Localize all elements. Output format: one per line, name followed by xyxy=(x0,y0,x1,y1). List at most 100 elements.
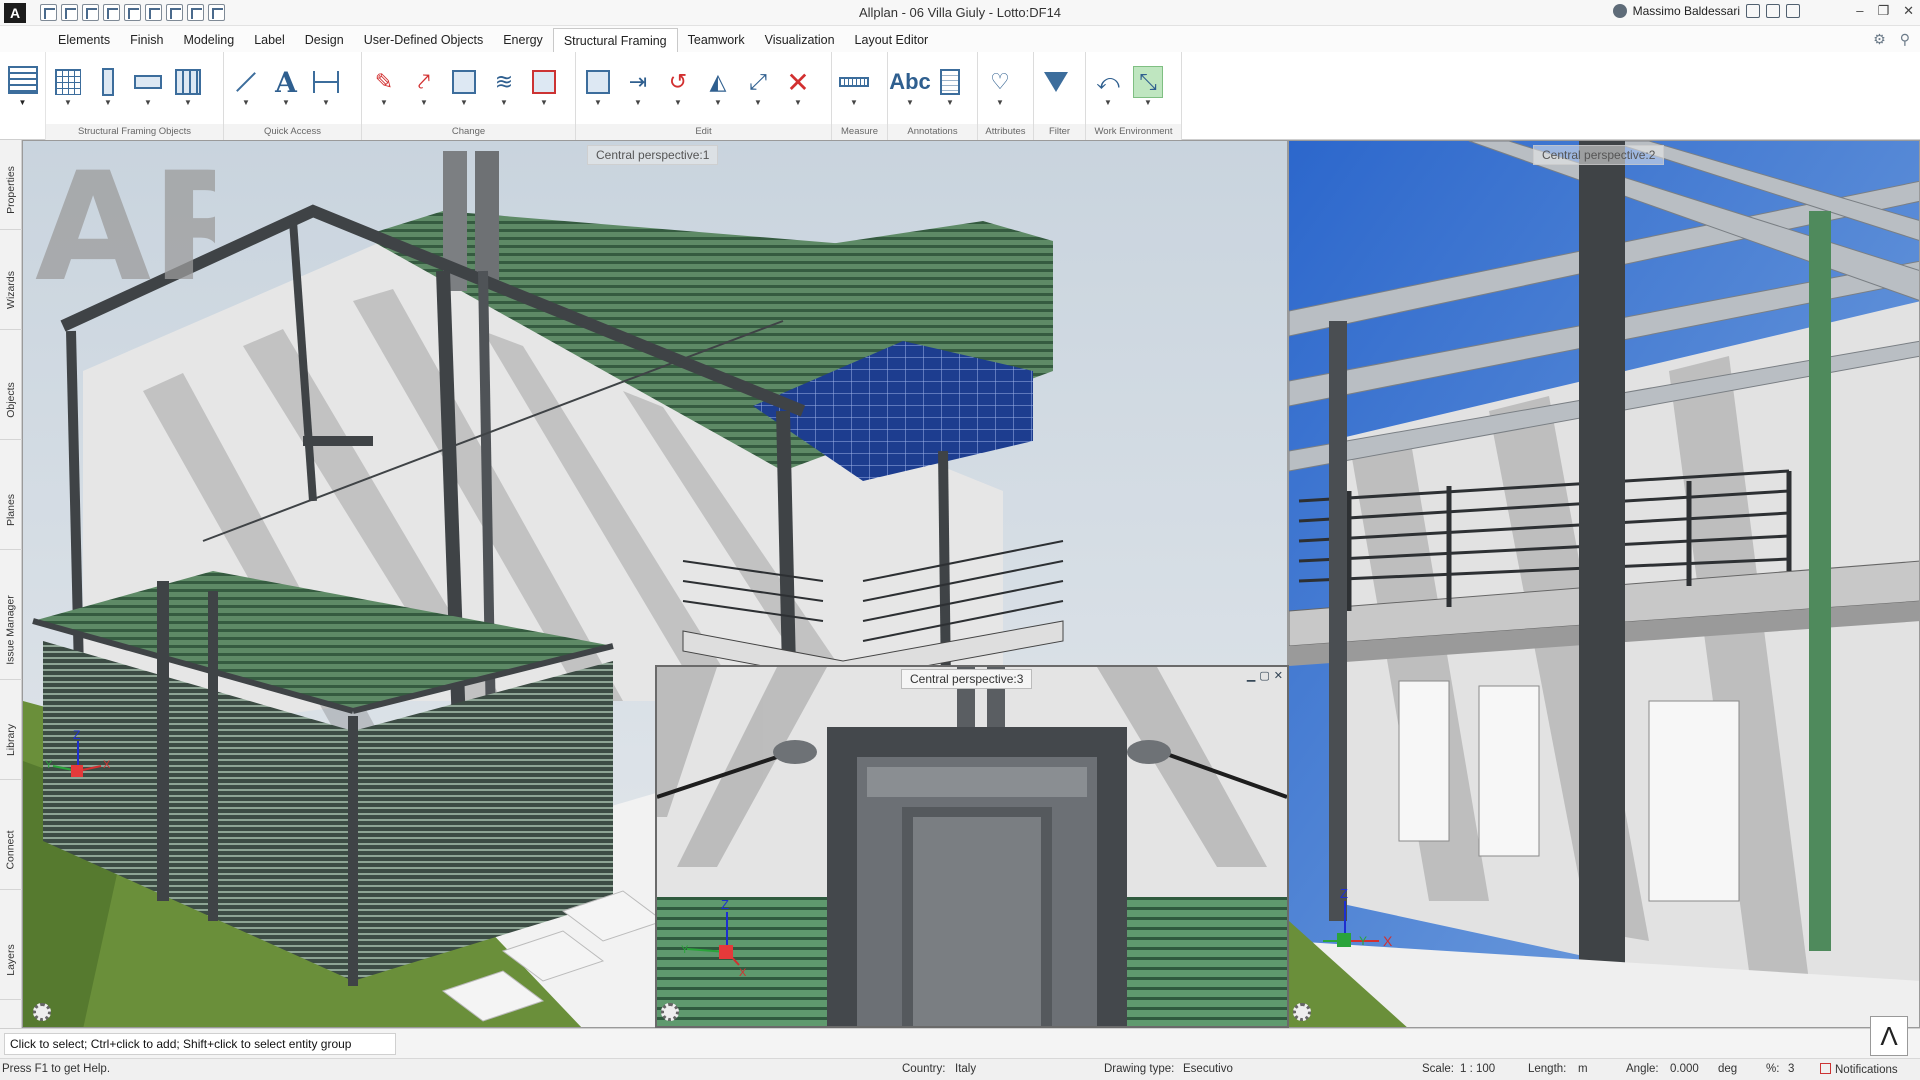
sidebar-tab-issue-manager[interactable]: Issue Manager xyxy=(0,580,22,680)
help-icon[interactable] xyxy=(1786,4,1800,18)
tab-label[interactable]: Label xyxy=(244,28,295,52)
document-tool[interactable]: ▼ xyxy=(934,66,966,112)
scale-tool[interactable]: ⤢ ▼ xyxy=(742,66,774,112)
close-icon[interactable]: ✕ xyxy=(1903,3,1914,19)
viewport-minimize-icon[interactable]: ▁ xyxy=(1247,669,1255,682)
notifications-button[interactable]: Notifications xyxy=(1820,1063,1898,1076)
user-name[interactable]: Massimo Baldessari xyxy=(1633,4,1740,18)
angle-value[interactable]: 0.000 xyxy=(1670,1063,1699,1075)
prompt-bar: Click to select; Ctrl+click to add; Shif… xyxy=(0,1028,1920,1058)
length-value[interactable]: m xyxy=(1578,1063,1588,1075)
palette-toggle[interactable]: ▼ xyxy=(0,52,46,140)
restore-icon[interactable]: ❐ xyxy=(1877,3,1889,19)
offset-tool[interactable]: ≋ ▼ xyxy=(488,66,520,112)
viewport-settings-icon[interactable] xyxy=(33,1003,51,1021)
section-tool[interactable]: ▼ xyxy=(528,66,560,112)
angle-unit[interactable]: deg xyxy=(1718,1063,1737,1075)
group-quick-access: ▼ A ▼ ▼ Quick Access xyxy=(224,52,362,140)
label-tool[interactable]: Abc ▼ xyxy=(889,66,931,112)
group-label: Measure xyxy=(832,124,887,140)
move-icon: ⇥ xyxy=(628,69,648,94)
viewport-central-perspective-3[interactable]: Z Y X Central perspective:3 ▁ ▢ ✕ xyxy=(655,665,1289,1028)
select-icon[interactable] xyxy=(166,4,183,21)
tab-layout-editor[interactable]: Layout Editor xyxy=(845,28,939,52)
group-work-environment: ⤺ ▼ ⤡ ▼ Work Environment xyxy=(1086,52,1182,140)
cart-icon[interactable] xyxy=(1766,4,1780,18)
layout-icon[interactable] xyxy=(1746,4,1760,18)
snap-icon[interactable] xyxy=(187,4,204,21)
notifications-label: Notifications xyxy=(1835,1064,1898,1076)
sidebar-tab-objects[interactable]: Objects xyxy=(0,360,22,440)
undo-icon[interactable] xyxy=(124,4,141,21)
tab-user-defined-objects[interactable]: User-Defined Objects xyxy=(354,28,494,52)
title-bar: A Allplan - 06 Villa Giuly - Lotto:DF14 … xyxy=(0,0,1920,26)
print-icon[interactable] xyxy=(103,4,120,21)
group-attributes: ♡ ▼ Attributes xyxy=(978,52,1034,140)
attributes-tool[interactable]: ♡ ▼ xyxy=(984,66,1016,112)
save-icon[interactable] xyxy=(82,4,99,21)
dimension-icon xyxy=(313,71,339,93)
viewport-label: Central perspective:2 xyxy=(1533,145,1665,165)
dimension-tool[interactable]: ▼ xyxy=(310,66,342,112)
length-label: Length: xyxy=(1528,1063,1567,1075)
sidebar-tab-properties[interactable]: Properties xyxy=(0,150,22,230)
scale-value[interactable]: 1 : 100 xyxy=(1460,1063,1495,1075)
delete-tool[interactable]: ✕ ▼ xyxy=(782,66,814,112)
viewport-maximize-icon[interactable]: ▢ xyxy=(1259,669,1269,682)
active-view-icon: ⤡ xyxy=(1133,66,1163,98)
sidebar-tab-layers[interactable]: Layers xyxy=(0,920,22,1000)
filter-tool[interactable] xyxy=(1040,66,1072,112)
line-tool[interactable]: ▼ xyxy=(230,66,262,112)
user-icon[interactable] xyxy=(1612,4,1627,18)
sidebar-tab-library[interactable]: Library xyxy=(0,700,22,780)
tab-structural-framing[interactable]: Structural Framing xyxy=(552,28,678,52)
copy-tool[interactable]: ▼ xyxy=(582,66,614,112)
eraser-tool[interactable]: ✎ ▼ xyxy=(368,66,400,112)
measure-tool[interactable]: ▼ xyxy=(838,66,870,112)
new-icon[interactable] xyxy=(40,4,57,21)
viewport-settings-icon[interactable] xyxy=(661,1003,679,1021)
group-label: Attributes xyxy=(978,124,1033,140)
redo-icon[interactable] xyxy=(145,4,162,21)
modify-tool[interactable]: ⤤ ▼ xyxy=(408,66,440,112)
sidebar-tab-wizards[interactable]: Wizards xyxy=(0,250,22,330)
text-tool[interactable]: A ▼ xyxy=(270,66,302,112)
viewport-settings-icon[interactable] xyxy=(1293,1003,1311,1021)
grid-tool[interactable]: ▼ xyxy=(52,66,84,112)
drawing-type-value[interactable]: Esecutivo xyxy=(1183,1063,1233,1075)
country-value[interactable]: Italy xyxy=(955,1063,976,1075)
viewport-central-perspective-2[interactable]: Z Y X Central perspective:2 xyxy=(1288,140,1920,1028)
tab-modeling[interactable]: Modeling xyxy=(173,28,244,52)
tab-visualization[interactable]: Visualization xyxy=(755,28,845,52)
undo-view-tool[interactable]: ⤺ ▼ xyxy=(1092,66,1124,112)
open-icon[interactable] xyxy=(61,4,78,21)
column-tool[interactable]: ▼ xyxy=(92,66,124,112)
tab-energy[interactable]: Energy xyxy=(493,28,553,52)
sidebar-tab-connect[interactable]: Connect xyxy=(0,810,22,890)
tab-design[interactable]: Design xyxy=(295,28,354,52)
mirror-tool[interactable]: ◭ ▼ xyxy=(702,66,734,112)
minimize-icon[interactable]: – xyxy=(1856,3,1863,19)
active-view-tool[interactable]: ⤡ ▼ xyxy=(1132,66,1164,112)
wall-tool[interactable]: ▼ xyxy=(172,66,204,112)
app-logo[interactable]: A xyxy=(4,2,26,23)
viewport-close-icon[interactable]: ✕ xyxy=(1274,669,1283,682)
group-label: Filter xyxy=(1034,124,1085,140)
country-label: Country: xyxy=(902,1063,946,1075)
menubar-right: ⚙ ⚲ xyxy=(1873,31,1910,48)
grid-icon xyxy=(55,69,81,95)
sidebar-tab-planes[interactable]: Planes xyxy=(0,470,22,550)
stretch-tool[interactable]: ▼ xyxy=(448,66,480,112)
tab-finish[interactable]: Finish xyxy=(120,28,173,52)
move-tool[interactable]: ⇥ ▼ xyxy=(622,66,654,112)
tab-elements[interactable]: Elements xyxy=(48,28,120,52)
percent-value[interactable]: 3 xyxy=(1788,1063,1794,1075)
beam-tool[interactable]: ▼ xyxy=(132,66,164,112)
search-icon[interactable]: ⚲ xyxy=(1900,31,1910,48)
group-measure: ▼ Measure xyxy=(832,52,888,140)
expand-toolbar-button[interactable]: Λ xyxy=(1870,1016,1908,1056)
tab-teamwork[interactable]: Teamwork xyxy=(678,28,755,52)
settings-icon[interactable]: ⚙ xyxy=(1873,31,1886,48)
tools-icon[interactable] xyxy=(208,4,225,21)
rotate-tool[interactable]: ↺ ▼ xyxy=(662,66,694,112)
